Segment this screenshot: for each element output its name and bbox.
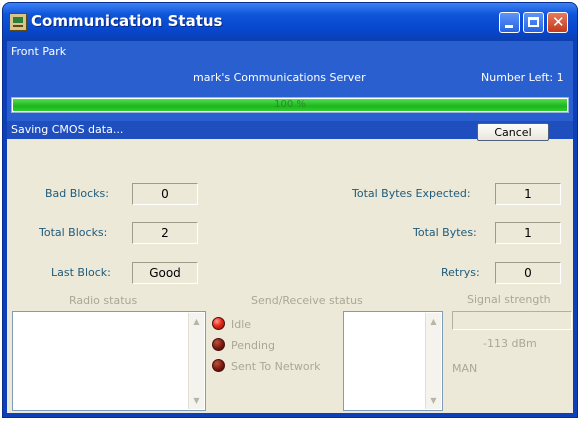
send-receive-title: Send/Receive status bbox=[251, 294, 363, 307]
total-bytes-expected-label: Total Bytes Expected: bbox=[352, 187, 471, 200]
sent-to-network-led-icon bbox=[212, 359, 225, 372]
pending-led-icon bbox=[212, 338, 225, 351]
idle-label: Idle bbox=[231, 318, 252, 331]
scroll-up-icon[interactable]: ▲ bbox=[191, 316, 202, 327]
dialog-client: Front Park mark's Communications Server … bbox=[7, 41, 573, 413]
total-blocks-label: Total Blocks: bbox=[39, 226, 108, 239]
last-block-value: Good bbox=[132, 262, 198, 284]
progress-bar: 100 % bbox=[11, 97, 569, 113]
status-message: Saving CMOS data... bbox=[11, 123, 124, 136]
app-icon[interactable] bbox=[9, 13, 27, 31]
total-bytes-expected-value: 1 bbox=[495, 183, 561, 205]
signal-mode: MAN bbox=[452, 362, 478, 375]
last-block-label: Last Block: bbox=[51, 266, 111, 279]
send-receive-scrollbar[interactable]: ▲ ▼ bbox=[425, 313, 441, 409]
bad-blocks-value: 0 bbox=[132, 183, 198, 205]
number-left-label: Number Left: 1 bbox=[481, 71, 564, 84]
signal-strength-title: Signal strength bbox=[467, 293, 551, 306]
scroll-down-icon[interactable]: ▼ bbox=[191, 395, 202, 406]
bad-blocks-label: Bad Blocks: bbox=[45, 187, 109, 200]
close-button[interactable]: ✕ bbox=[547, 12, 568, 33]
scroll-down-icon[interactable]: ▼ bbox=[428, 395, 439, 406]
title-bar[interactable]: Communication Status ✕ bbox=[3, 3, 577, 41]
window: Communication Status ✕ Front Park mark's… bbox=[3, 3, 577, 417]
minimize-icon bbox=[505, 25, 513, 28]
location-label: Front Park bbox=[11, 45, 67, 58]
progress-label: 100 % bbox=[274, 99, 306, 110]
sent-to-network-label: Sent To Network bbox=[231, 360, 321, 373]
pending-label: Pending bbox=[231, 339, 275, 352]
close-icon: ✕ bbox=[552, 13, 565, 31]
retrys-value: 0 bbox=[495, 262, 561, 284]
radio-status-title: Radio status bbox=[69, 294, 138, 307]
scroll-up-icon[interactable]: ▲ bbox=[428, 316, 439, 327]
window-title: Communication Status bbox=[31, 12, 223, 30]
send-receive-list[interactable]: ▲ ▼ bbox=[343, 311, 443, 411]
cancel-button[interactable]: Cancel bbox=[477, 123, 549, 141]
radio-status-scrollbar[interactable]: ▲ ▼ bbox=[188, 313, 204, 409]
total-bytes-value: 1 bbox=[495, 222, 561, 244]
minimize-button[interactable] bbox=[499, 12, 520, 33]
total-blocks-value: 2 bbox=[132, 222, 198, 244]
retrys-label: Retrys: bbox=[441, 266, 480, 279]
signal-dbm: -113 dBm bbox=[483, 337, 537, 350]
maximize-button[interactable] bbox=[523, 12, 544, 33]
idle-led-icon bbox=[212, 317, 225, 330]
maximize-icon bbox=[528, 17, 539, 27]
server-label: mark's Communications Server bbox=[193, 71, 366, 84]
radio-status-list[interactable]: ▲ ▼ bbox=[12, 311, 206, 411]
signal-strength-meter bbox=[452, 311, 572, 330]
total-bytes-label: Total Bytes: bbox=[413, 226, 477, 239]
